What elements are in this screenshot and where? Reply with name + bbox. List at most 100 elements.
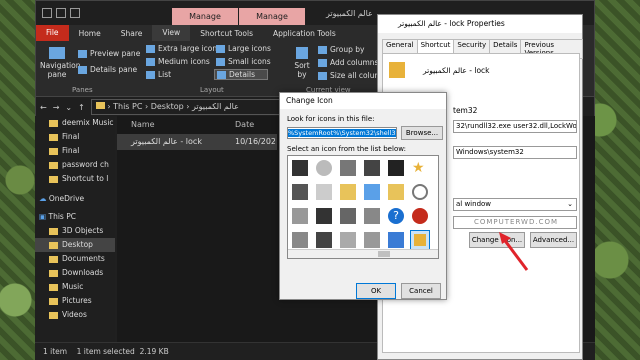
column-name[interactable]: Name — [117, 116, 235, 134]
properties-title: عالم الكمبيوتر - lock Properties — [378, 15, 582, 33]
nav-item-downloads[interactable]: Downloads — [35, 266, 115, 280]
stop-icon[interactable] — [412, 208, 428, 224]
nav-item-music[interactable]: Music — [35, 280, 115, 294]
list-option[interactable]: List — [146, 70, 171, 79]
change-icon-dialog: Change Icon Look for icons in this file:… — [279, 92, 447, 300]
manage-tab-application[interactable]: Manage — [239, 8, 305, 25]
media-player-icon[interactable] — [340, 160, 356, 176]
folder-icon[interactable] — [42, 8, 52, 18]
nav-item-this-pc[interactable]: ▣ This PC — [35, 210, 115, 224]
add-columns-button[interactable]: Add columns — [318, 58, 378, 67]
navigation-pane: deemix Music Final Final password ch Sho… — [35, 116, 115, 342]
shortcut-name: عالم الكمبيوتر - lock — [423, 66, 490, 75]
large-icons-label: Large icons — [228, 44, 271, 53]
quick-access-toolbar — [36, 8, 80, 18]
dvd-icon[interactable] — [292, 184, 308, 200]
up-arrow-icon[interactable]: ↑ — [78, 103, 85, 112]
nav-item-desktop[interactable]: Desktop — [35, 238, 115, 252]
add-columns-icon — [318, 59, 327, 67]
select-icon-label: Select an icon from the list below: — [287, 145, 406, 153]
icon-list[interactable]: ★ ? — [287, 155, 439, 259]
computer-icon[interactable] — [364, 232, 380, 248]
arrow-shaft — [501, 237, 529, 271]
nav-item-shortcut[interactable]: Shortcut to l — [35, 172, 115, 186]
breadcrumb-this-pc[interactable]: This PC — [113, 102, 142, 111]
cancel-button[interactable]: Cancel — [401, 283, 441, 299]
tab-application-tools[interactable]: Application Tools — [263, 29, 346, 38]
nav-item-onedrive[interactable]: ☁ OneDrive — [35, 192, 115, 206]
drive-icon[interactable] — [316, 184, 332, 200]
chip-icon[interactable] — [340, 208, 356, 224]
help-icon[interactable]: ? — [388, 208, 404, 224]
sort-by-button[interactable]: Sort by — [292, 47, 312, 79]
dvd-r-icon[interactable] — [292, 160, 308, 176]
chevron-down-icon: ⌄ — [567, 200, 573, 208]
phone-icon[interactable] — [364, 160, 380, 176]
nav-item-final-2[interactable]: Final — [35, 144, 115, 158]
camera-icon[interactable] — [340, 232, 356, 248]
group-by-button[interactable]: Group by — [318, 45, 364, 54]
ok-button[interactable]: OK — [356, 283, 396, 299]
star-icon[interactable]: ★ — [412, 160, 428, 176]
nav-item-videos[interactable]: Videos — [35, 308, 115, 322]
floppy-icon[interactable] — [292, 232, 308, 248]
nav-item-final[interactable]: Final — [35, 130, 115, 144]
nav-item-pictures[interactable]: Pictures — [35, 294, 115, 308]
nav-item-3d-objects[interactable]: 3D Objects — [35, 224, 115, 238]
printer-icon[interactable] — [292, 208, 308, 224]
large-icons-option[interactable]: Large icons — [216, 44, 271, 53]
properties-icon[interactable] — [56, 8, 66, 18]
scroll-thumb[interactable] — [378, 251, 390, 257]
nav-item-deemix-music[interactable]: deemix Music — [35, 116, 115, 130]
new-folder-icon[interactable] — [70, 8, 80, 18]
nav-item-documents[interactable]: Documents — [35, 252, 115, 266]
comment-field[interactable]: COMPUTERWD.COM — [453, 216, 577, 229]
control-panel-icon[interactable] — [388, 232, 404, 248]
advanced-button[interactable]: Advanced... — [530, 232, 577, 248]
breadcrumb-desktop[interactable]: Desktop — [151, 102, 184, 111]
details-option[interactable]: Details — [214, 69, 268, 80]
run-select[interactable]: al window ⌄ — [453, 198, 577, 211]
small-icons-option[interactable]: Small icons — [216, 57, 271, 66]
magnifier-icon[interactable] — [412, 184, 428, 200]
dvd-rom-icon[interactable] — [388, 160, 404, 176]
manage-tab-shortcut[interactable]: Manage — [172, 8, 238, 25]
lock-key-icon[interactable] — [410, 230, 430, 250]
details-pane-button[interactable]: Details pane — [78, 65, 137, 74]
disc-icon[interactable] — [316, 160, 332, 176]
back-arrow-icon[interactable]: ← — [40, 103, 47, 112]
breadcrumb-current-folder[interactable]: عالم الكمبيوتر — [192, 102, 239, 111]
folder-search-icon[interactable] — [388, 184, 404, 200]
target-field[interactable]: 32\rundll32.exe user32.dll,LockWorkStati… — [453, 120, 577, 133]
table-row[interactable]: عالم الكمبيوتر - lock 10/16/202 — [117, 134, 277, 150]
tab-shortcut-tools[interactable]: Shortcut Tools — [190, 29, 263, 38]
layout-group-label: Layout — [200, 86, 224, 94]
icon-file-path-input[interactable]: %SystemRoot%\System32\shell32.dll — [287, 127, 397, 139]
browse-button[interactable]: Browse... — [401, 126, 443, 140]
dvd-audio-icon[interactable] — [316, 232, 332, 248]
network-drive-icon[interactable] — [364, 208, 380, 224]
tab-file[interactable]: File — [36, 25, 69, 41]
dvd-ram-icon[interactable] — [316, 208, 332, 224]
column-date[interactable]: Date — [235, 116, 275, 134]
navigation-pane-button[interactable]: Navigation pane — [40, 47, 80, 79]
preview-pane-button[interactable]: Preview pane — [78, 49, 140, 58]
file-name: عالم الكمبيوتر - lock — [131, 137, 202, 146]
list-label: List — [158, 70, 172, 79]
medium-icons-option[interactable]: Medium icons — [146, 57, 210, 66]
small-icons-label: Small icons — [228, 57, 271, 66]
tab-view[interactable]: View — [152, 25, 191, 41]
start-in-field[interactable]: Windows\system32 — [453, 146, 577, 159]
folder-icon[interactable] — [340, 184, 356, 200]
nav-item-password[interactable]: password ch — [35, 158, 115, 172]
navigation-pane-icon — [49, 47, 65, 59]
tab-share[interactable]: Share — [111, 29, 153, 38]
large-icons-icon — [216, 45, 225, 53]
network-icon[interactable] — [364, 184, 380, 200]
extra-large-icons-option[interactable]: Extra large icons — [146, 44, 221, 53]
horizontal-scrollbar[interactable] — [288, 249, 438, 258]
details-icon — [217, 71, 226, 79]
forward-arrow-icon[interactable]: → — [53, 103, 60, 112]
dropdown-chevron-icon[interactable]: ⌄ — [65, 103, 72, 112]
tab-home[interactable]: Home — [69, 29, 111, 38]
